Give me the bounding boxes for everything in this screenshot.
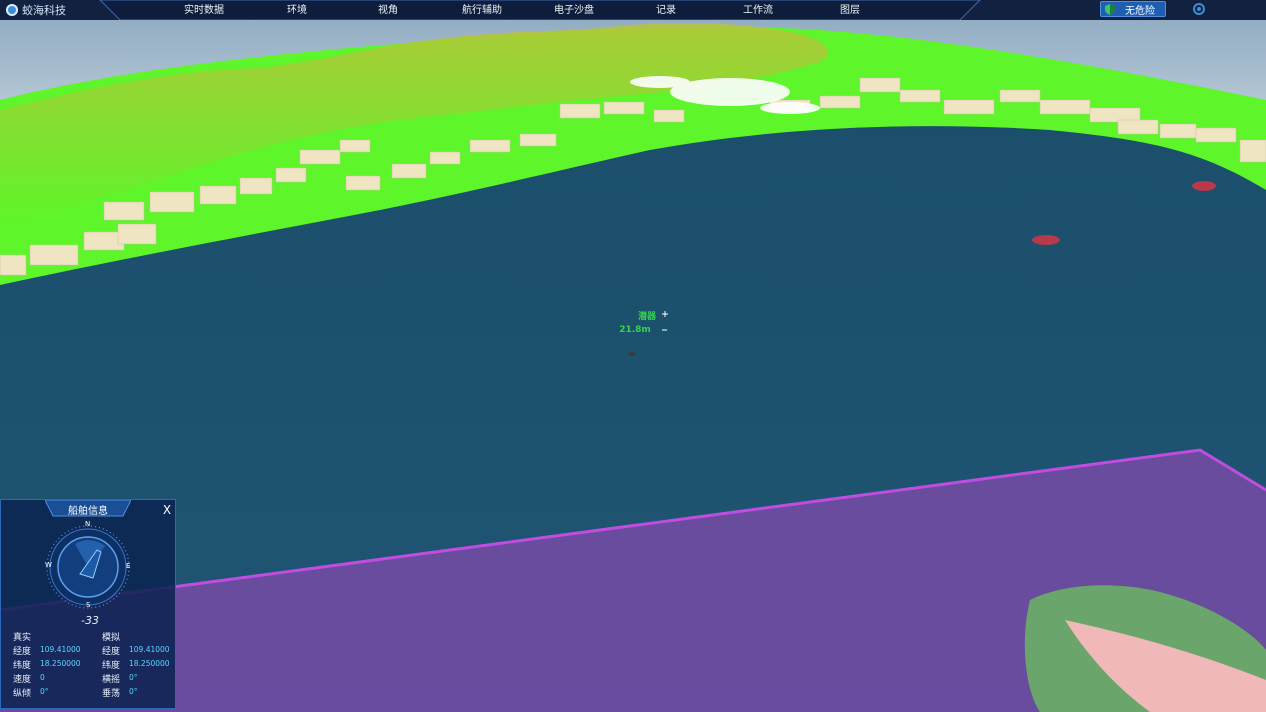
sim-roll-label: 横摇: [102, 675, 121, 685]
menu-view-angle[interactable]: 视角: [378, 1, 398, 16]
menu-realtime-data[interactable]: 实时数据: [184, 1, 224, 16]
menu-layers[interactable]: 图层: [840, 1, 860, 16]
real-longitude-label: 经度: [13, 647, 32, 657]
real-speed-label: 速度: [13, 675, 32, 685]
hazard-marker: [1192, 181, 1216, 191]
hazard-marker: [1032, 235, 1060, 245]
compass-west-label: W: [45, 561, 52, 569]
panel-title: 船舶信息: [68, 506, 108, 517]
menu-workflow[interactable]: 工作流: [743, 1, 773, 16]
ship-info-panel: 船舶信息 X N E S W -33 真实 模拟 经度 109.41000 纬度…: [0, 499, 176, 709]
sim-longitude-value: 109.41000: [129, 645, 170, 654]
real-pitch-value: 0°: [40, 687, 49, 696]
sim-heave-value: 0°: [129, 687, 138, 696]
vessel-marker: [628, 352, 636, 356]
sim-longitude-label: 经度: [102, 647, 121, 657]
real-pitch-label: 纵倾: [13, 689, 32, 699]
logo-icon: [6, 4, 18, 16]
menu-electronic-sandtable[interactable]: 电子沙盘: [554, 1, 594, 16]
real-latitude-label: 纬度: [13, 661, 32, 671]
sim-roll-value: 0°: [129, 673, 138, 682]
danger-status-button[interactable]: 无危险: [1100, 1, 1166, 17]
compass-widget: [46, 525, 130, 609]
close-button[interactable]: X: [159, 502, 175, 518]
sim-group-title: 模拟: [102, 633, 121, 643]
menu-records[interactable]: 记录: [656, 1, 676, 16]
compass-east-label: E: [126, 562, 131, 570]
target-name-label: 潜器: [637, 312, 656, 322]
logo-text: 蛟海科技: [22, 4, 66, 17]
gear-icon[interactable]: [1192, 2, 1206, 16]
app-logo: 蛟海科技: [6, 2, 66, 18]
real-group-title: 真实: [13, 633, 32, 643]
real-longitude-value: 109.41000: [40, 645, 81, 654]
target-depth-label: 21.8m: [619, 325, 651, 335]
heading-value: -33: [81, 614, 99, 627]
menu-navigation-aid[interactable]: 航行辅助: [462, 1, 502, 16]
compass-north-label: N: [85, 520, 91, 528]
sim-latitude-label: 纬度: [102, 661, 121, 671]
compass-south-label: S: [86, 601, 91, 609]
sim-heave-label: 垂荡: [102, 689, 121, 699]
shield-icon: [1105, 3, 1115, 15]
main-menu: 实时数据 环境 视角 航行辅助 电子沙盘 记录 工作流 图层: [104, 0, 954, 20]
menu-environment[interactable]: 环境: [287, 1, 307, 16]
3d-scene-viewport[interactable]: [0, 0, 1266, 712]
danger-status-label: 无危险: [1125, 5, 1155, 17]
sim-latitude-value: 18.250000: [129, 659, 170, 668]
real-latitude-value: 18.250000: [40, 659, 81, 668]
real-speed-value: 0: [40, 673, 45, 682]
